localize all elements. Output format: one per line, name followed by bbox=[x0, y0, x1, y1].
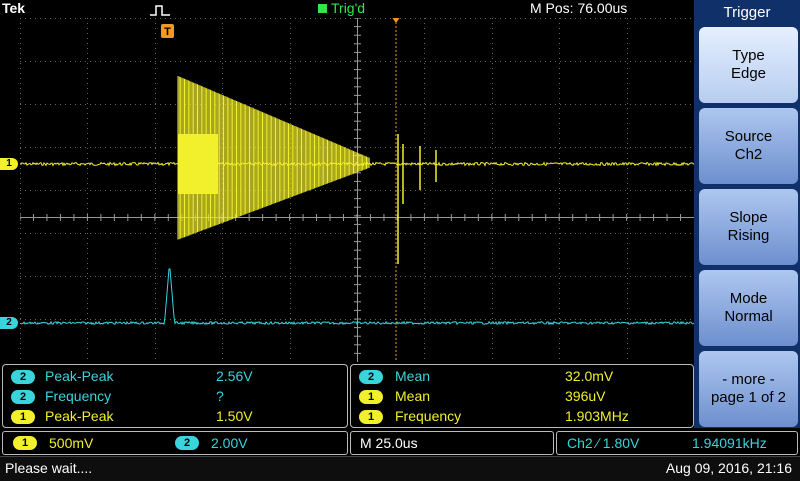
measurement-value: 1.903MHz bbox=[565, 408, 629, 424]
trigger-mode-button[interactable]: Mode Normal bbox=[699, 270, 798, 346]
menu-title: Trigger bbox=[723, 4, 771, 21]
button-value: Normal bbox=[724, 308, 773, 325]
measurement-value: 2.56V bbox=[216, 368, 253, 384]
button-value: Rising bbox=[727, 227, 770, 244]
channel-badge: 1 bbox=[359, 410, 383, 424]
date-time: Aug 09, 2016, 21:16 bbox=[665, 460, 792, 476]
measurement-name: Frequency bbox=[45, 388, 112, 404]
ch2-badge: 2 bbox=[175, 436, 199, 450]
measurement-value: 1.50V bbox=[216, 408, 253, 424]
trigger-slope-button[interactable]: Slope Rising bbox=[699, 189, 798, 265]
channel-badge: 2 bbox=[359, 370, 383, 384]
button-value: Ch2 bbox=[734, 146, 763, 163]
trigger-status-text: Trig'd bbox=[331, 0, 366, 16]
channel-badge: 2 bbox=[11, 390, 35, 404]
trigger-t-marker: T bbox=[161, 24, 174, 38]
trigger-position-marker bbox=[392, 18, 400, 362]
brand-logo: Tek bbox=[2, 0, 26, 16]
measurement-name: Frequency bbox=[395, 408, 462, 424]
horizontal-position: M Pos: 76.00us bbox=[530, 0, 628, 16]
graticule bbox=[20, 18, 694, 362]
trigger-waveform-icon bbox=[150, 5, 170, 16]
button-label: - more - bbox=[722, 371, 775, 388]
trigger-readout[interactable]: Ch2 ∕ 1.80V 1.94091kHz bbox=[556, 431, 798, 455]
trigger-status-icon bbox=[318, 4, 327, 13]
ch2-scale: 2.00V bbox=[211, 435, 248, 451]
vertical-scale-readout[interactable]: 1 500mV 2 2.00V bbox=[2, 431, 348, 455]
channel-badge: 2 bbox=[11, 370, 35, 384]
measurement-row: 2 Frequency ? bbox=[11, 386, 341, 406]
measurement-name: Mean bbox=[395, 388, 431, 404]
button-value: page 1 of 2 bbox=[710, 389, 787, 406]
more-menu-button[interactable]: - more - page 1 of 2 bbox=[699, 351, 798, 427]
trigger-frequency: 1.94091kHz bbox=[692, 435, 767, 451]
measurement-value: ? bbox=[216, 388, 224, 404]
channel-badge: 1 bbox=[359, 390, 383, 404]
measurement-value: 32.0mV bbox=[565, 368, 614, 384]
status-message: Please wait.... bbox=[5, 460, 93, 476]
time-per-division: M 25.0us bbox=[360, 435, 418, 451]
trigger-type-button[interactable]: Type Edge bbox=[699, 27, 798, 103]
button-label: Slope bbox=[729, 209, 768, 226]
waveform-display[interactable]: T bbox=[20, 18, 694, 362]
trigger-status: Trig'd bbox=[318, 0, 365, 16]
trigger-level: Ch2 ∕ 1.80V bbox=[567, 435, 640, 451]
measurement-name: Mean bbox=[395, 368, 431, 384]
message-bar: Please wait.... Aug 09, 2016, 21:16 bbox=[0, 456, 800, 481]
measurement-row: 2 Peak-Peak 2.56V bbox=[11, 366, 341, 386]
horizontal-scale-readout[interactable]: M 25.0us bbox=[350, 431, 554, 455]
measurement-row: 1 Mean 396uV bbox=[359, 386, 689, 406]
button-label: Source bbox=[724, 128, 773, 145]
measurement-name: Peak-Peak bbox=[45, 408, 114, 424]
measurement-row: 1 Frequency 1.903MHz bbox=[359, 406, 689, 426]
button-value: Edge bbox=[730, 65, 767, 82]
button-label: Mode bbox=[729, 290, 768, 307]
svg-text:T: T bbox=[164, 26, 171, 38]
button-label: Type bbox=[732, 47, 765, 64]
measurement-panel-left: 2 Peak-Peak 2.56V 2 Frequency ? 1 Peak-P… bbox=[2, 364, 348, 428]
measurement-value: 396uV bbox=[565, 388, 606, 404]
ch1-level-marker[interactable]: 1 bbox=[0, 158, 18, 170]
ch1-scale: 500mV bbox=[49, 435, 94, 451]
measurement-row: 2 Mean 32.0mV bbox=[359, 366, 689, 386]
ch2-level-marker[interactable]: 2 bbox=[0, 317, 18, 329]
measurement-row: 1 Peak-Peak 1.50V bbox=[11, 406, 341, 426]
measurement-panel-right: 2 Mean 32.0mV 1 Mean 396uV 1 Frequency 1… bbox=[350, 364, 694, 428]
measurement-name: Peak-Peak bbox=[45, 368, 114, 384]
channel-badge: 1 bbox=[11, 410, 35, 424]
ch1-badge: 1 bbox=[13, 436, 37, 450]
trigger-source-button[interactable]: Source Ch2 bbox=[699, 108, 798, 184]
